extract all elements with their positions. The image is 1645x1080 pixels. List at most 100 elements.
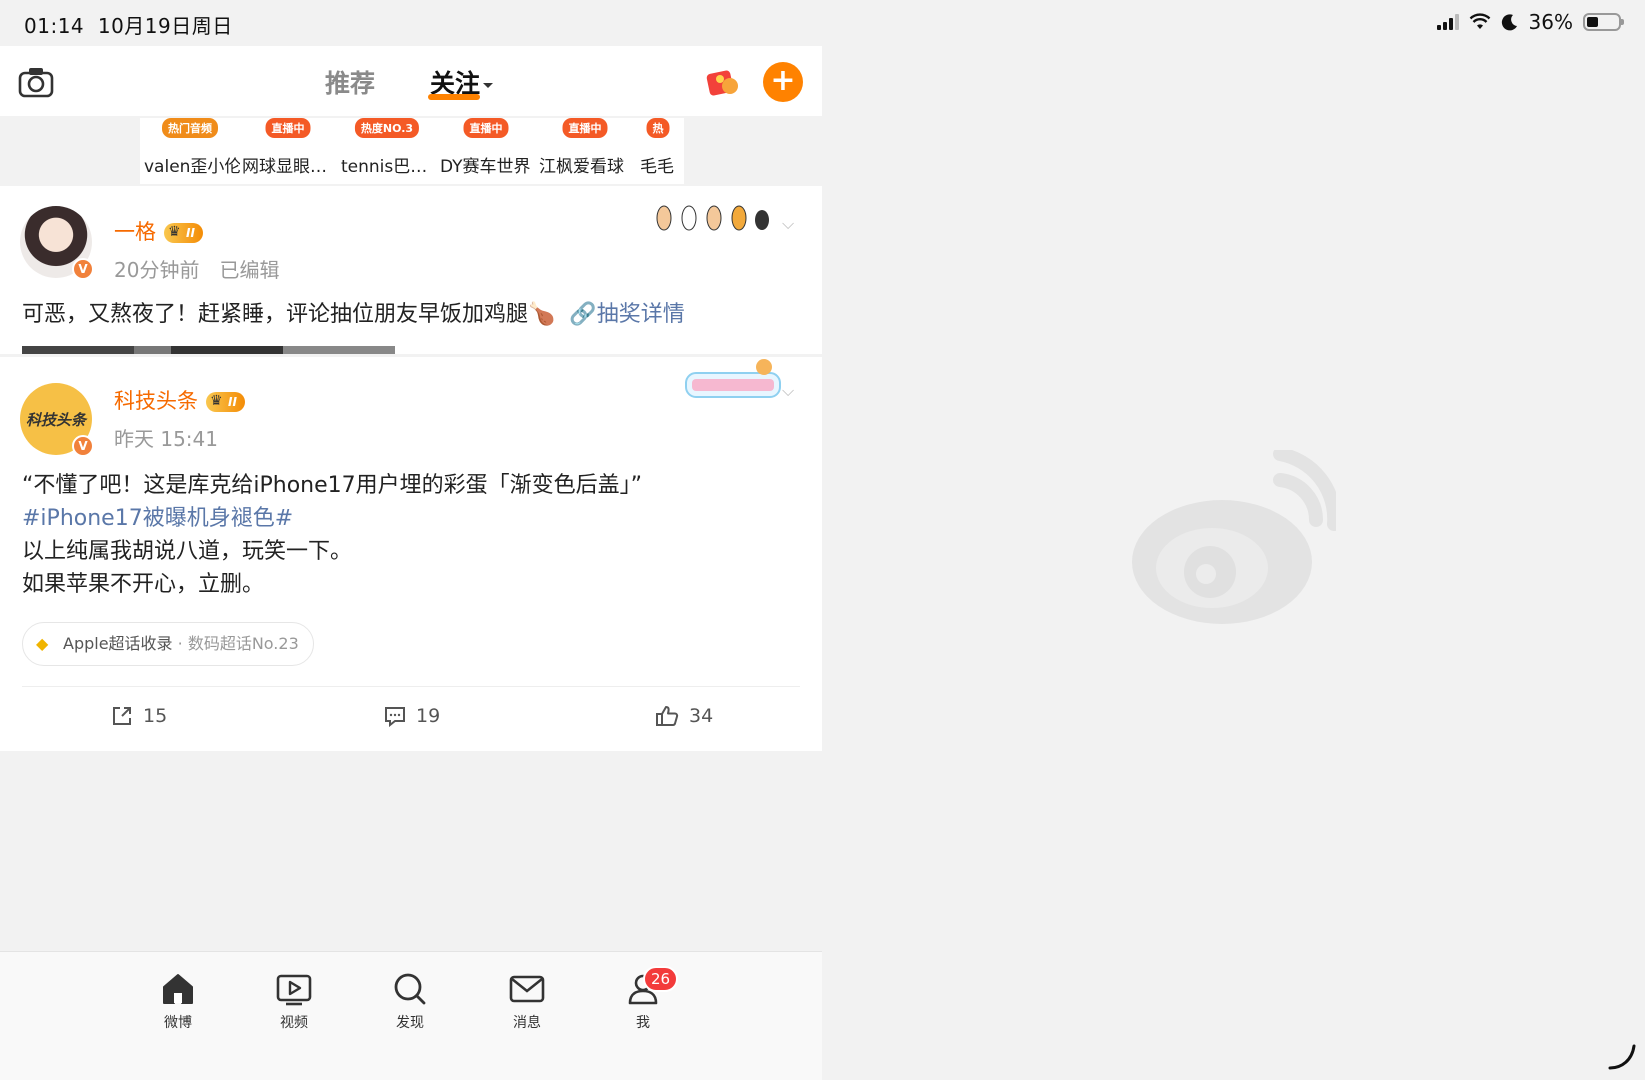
stories-scroller[interactable]: 热门音频 valen歪小伦 直播中网球显眼… 热度NO.3 tennis巴… 直播中… <box>140 118 684 184</box>
story-item[interactable]: 直播中 DY赛车世界 <box>436 118 536 184</box>
resize-handle-icon[interactable] <box>1608 1042 1636 1070</box>
feed-post[interactable]: V 一格 II 20分钟前已编辑 ⌵ 可恶，又熬夜了！赶紧睡，评论抽位朋友早饭加鸡… <box>0 186 822 354</box>
tab-video[interactable]: 视频 <box>264 972 324 1032</box>
story-item[interactable]: 直播中江枫爱看球 <box>535 118 635 184</box>
tab-messages[interactable]: 消息 <box>497 972 557 1032</box>
story-name: 江枫爱看球 <box>539 157 624 177</box>
notification-count-badge: 26 <box>643 966 679 992</box>
status-date: 10月19日周日 <box>97 14 233 38</box>
author-name-text: 一格 <box>114 220 156 244</box>
search-icon <box>394 973 426 1005</box>
tab-discover[interactable]: 发现 <box>380 972 440 1032</box>
post-text-line: “不懂了吧！这是库克给iPhone17用户埋的彩蛋「渐变色后盖」” <box>22 473 643 498</box>
status-bar: 01:14 10月19日周日 36% <box>0 0 1645 46</box>
story-badge: 直播中 <box>562 118 608 138</box>
cat-paws-decoration-icon <box>656 205 769 231</box>
repost-icon <box>113 707 131 725</box>
comment-icon <box>385 707 405 727</box>
story-name: DY赛车世界 <box>440 157 531 177</box>
clock-time: 01:14 <box>24 14 85 38</box>
comment-count: 19 <box>416 705 441 727</box>
post-text: 可恶，又熬夜了！赶紧睡，评论抽位朋友早饭加鸡腿🍗 <box>22 302 556 327</box>
top-nav: 推荐 关注 + <box>0 46 822 116</box>
tab-label: 我 <box>636 1015 650 1031</box>
verified-badge-icon: V <box>72 258 94 280</box>
camera-icon[interactable] <box>18 66 54 98</box>
post-meta: 20分钟前 已编辑 <box>114 254 279 283</box>
cellular-signal-icon <box>1436 14 1459 30</box>
chevron-down-icon[interactable]: ⌵ <box>782 214 800 233</box>
stories-strip: 热门音频 valen歪小伦 直播中网球显眼… 热度NO.3 tennis巴… 直播中… <box>0 118 822 184</box>
post-body: 可恶，又熬夜了！赶紧睡，评论抽位朋友早饭加鸡腿🍗 🔗抽奖详情 <box>22 298 800 331</box>
avatar[interactable]: V <box>20 206 94 280</box>
wifi-icon <box>1469 13 1490 29</box>
mail-icon <box>509 975 545 1003</box>
like-count: 34 <box>689 705 714 727</box>
comment-button[interactable]: 19 <box>384 705 440 727</box>
event-sticker-decoration-icon <box>685 359 781 398</box>
caret-down-icon <box>483 82 494 88</box>
post-body: “不懂了吧！这是库克给iPhone17用户埋的彩蛋「渐变色后盖」” #iPhon… <box>22 469 800 601</box>
author-name[interactable]: 一格 II <box>114 216 203 246</box>
compose-button[interactable]: + <box>763 62 803 102</box>
hashtag-link[interactable]: #iPhone17被曝机身褪色# <box>22 502 800 535</box>
post-actions: 15 19 34 <box>0 687 822 751</box>
avatar[interactable]: 科技头条 V <box>20 383 94 457</box>
member-level-badge: II <box>206 391 245 412</box>
tab-label: 发现 <box>396 1015 424 1031</box>
avatar-logo-text: 科技头条 <box>25 411 86 429</box>
battery-icon <box>1583 13 1624 31</box>
like-button[interactable]: 34 <box>655 705 713 727</box>
weibo-logo-placeholder-icon <box>1132 450 1336 624</box>
story-badge: 直播中 <box>265 118 311 138</box>
author-name-text: 科技头条 <box>114 389 198 413</box>
story-item[interactable]: 热度NO.3 tennis巴… <box>337 118 437 184</box>
tab-label: 微博 <box>164 1015 192 1031</box>
story-item[interactable]: 热门音频 valen歪小伦 <box>140 118 240 184</box>
video-icon <box>276 974 312 1006</box>
story-name: valen歪小伦 <box>144 157 240 177</box>
story-name: 毛毛 <box>640 157 674 177</box>
moon-icon <box>1501 14 1517 31</box>
verified-badge-icon: V <box>72 435 94 457</box>
edited-label: 已编辑 <box>219 258 280 282</box>
status-indicators: 36% <box>1436 10 1624 34</box>
tab-label: 消息 <box>513 1015 541 1031</box>
story-name: tennis巴… <box>341 157 428 177</box>
supertopic-name: Apple超话收录 <box>63 634 173 653</box>
home-icon <box>163 974 193 1004</box>
tab-weibo[interactable]: 微博 <box>148 972 208 1032</box>
diamond-icon: ◆ <box>36 634 49 653</box>
thumbs-up-icon <box>656 706 679 726</box>
story-item[interactable]: 直播中网球显眼… <box>238 118 338 184</box>
active-tab-indicator <box>428 94 480 100</box>
story-badge: 热 <box>646 118 670 138</box>
tab-label: 视频 <box>280 1015 308 1031</box>
post-image-preview[interactable] <box>22 346 395 354</box>
author-name[interactable]: 科技头条 II <box>114 385 245 415</box>
tab-recommend[interactable]: 推荐 <box>325 64 375 100</box>
member-level-badge: II <box>164 222 203 243</box>
story-name: 网球显眼… <box>242 157 327 177</box>
post-text-line: 以上纯属我胡说八道，玩笑一下。 <box>22 539 353 564</box>
chevron-down-icon[interactable]: ⌵ <box>782 381 800 400</box>
status-time: 01:14 10月19日周日 <box>24 10 233 39</box>
battery-percent: 36% <box>1528 10 1573 34</box>
repost-count: 15 <box>143 705 168 727</box>
lottery-detail-link[interactable]: 🔗抽奖详情 <box>569 302 684 327</box>
feed-post[interactable]: 科技头条 V 科技头条 II 昨天 15:41 ⌵ “不懂了吧！这是库克给iPhon… <box>0 357 822 751</box>
red-packet-icon[interactable] <box>704 66 740 98</box>
story-badge: 直播中 <box>463 118 509 138</box>
supertopic-rank: · 数码超话No.23 <box>172 634 299 653</box>
supertopic-tag[interactable]: ◆ Apple超话收录 · 数码超话No.23 <box>22 622 314 666</box>
battery-fill <box>1587 17 1598 27</box>
story-item[interactable]: 热毛毛 <box>636 118 684 184</box>
story-badge: 热门音频 <box>162 118 218 138</box>
post-time: 20分钟前 <box>114 258 200 282</box>
tab-me[interactable]: 26 我 <box>613 966 679 1032</box>
post-text-line: 如果苹果不开心，立删。 <box>22 572 265 597</box>
repost-button[interactable]: 15 <box>111 705 167 727</box>
post-time: 昨天 15:41 <box>114 427 218 451</box>
story-badge: 热度NO.3 <box>354 118 420 138</box>
bottom-tab-bar: 微博 视频 发现 消息 26 我 <box>0 951 822 1080</box>
